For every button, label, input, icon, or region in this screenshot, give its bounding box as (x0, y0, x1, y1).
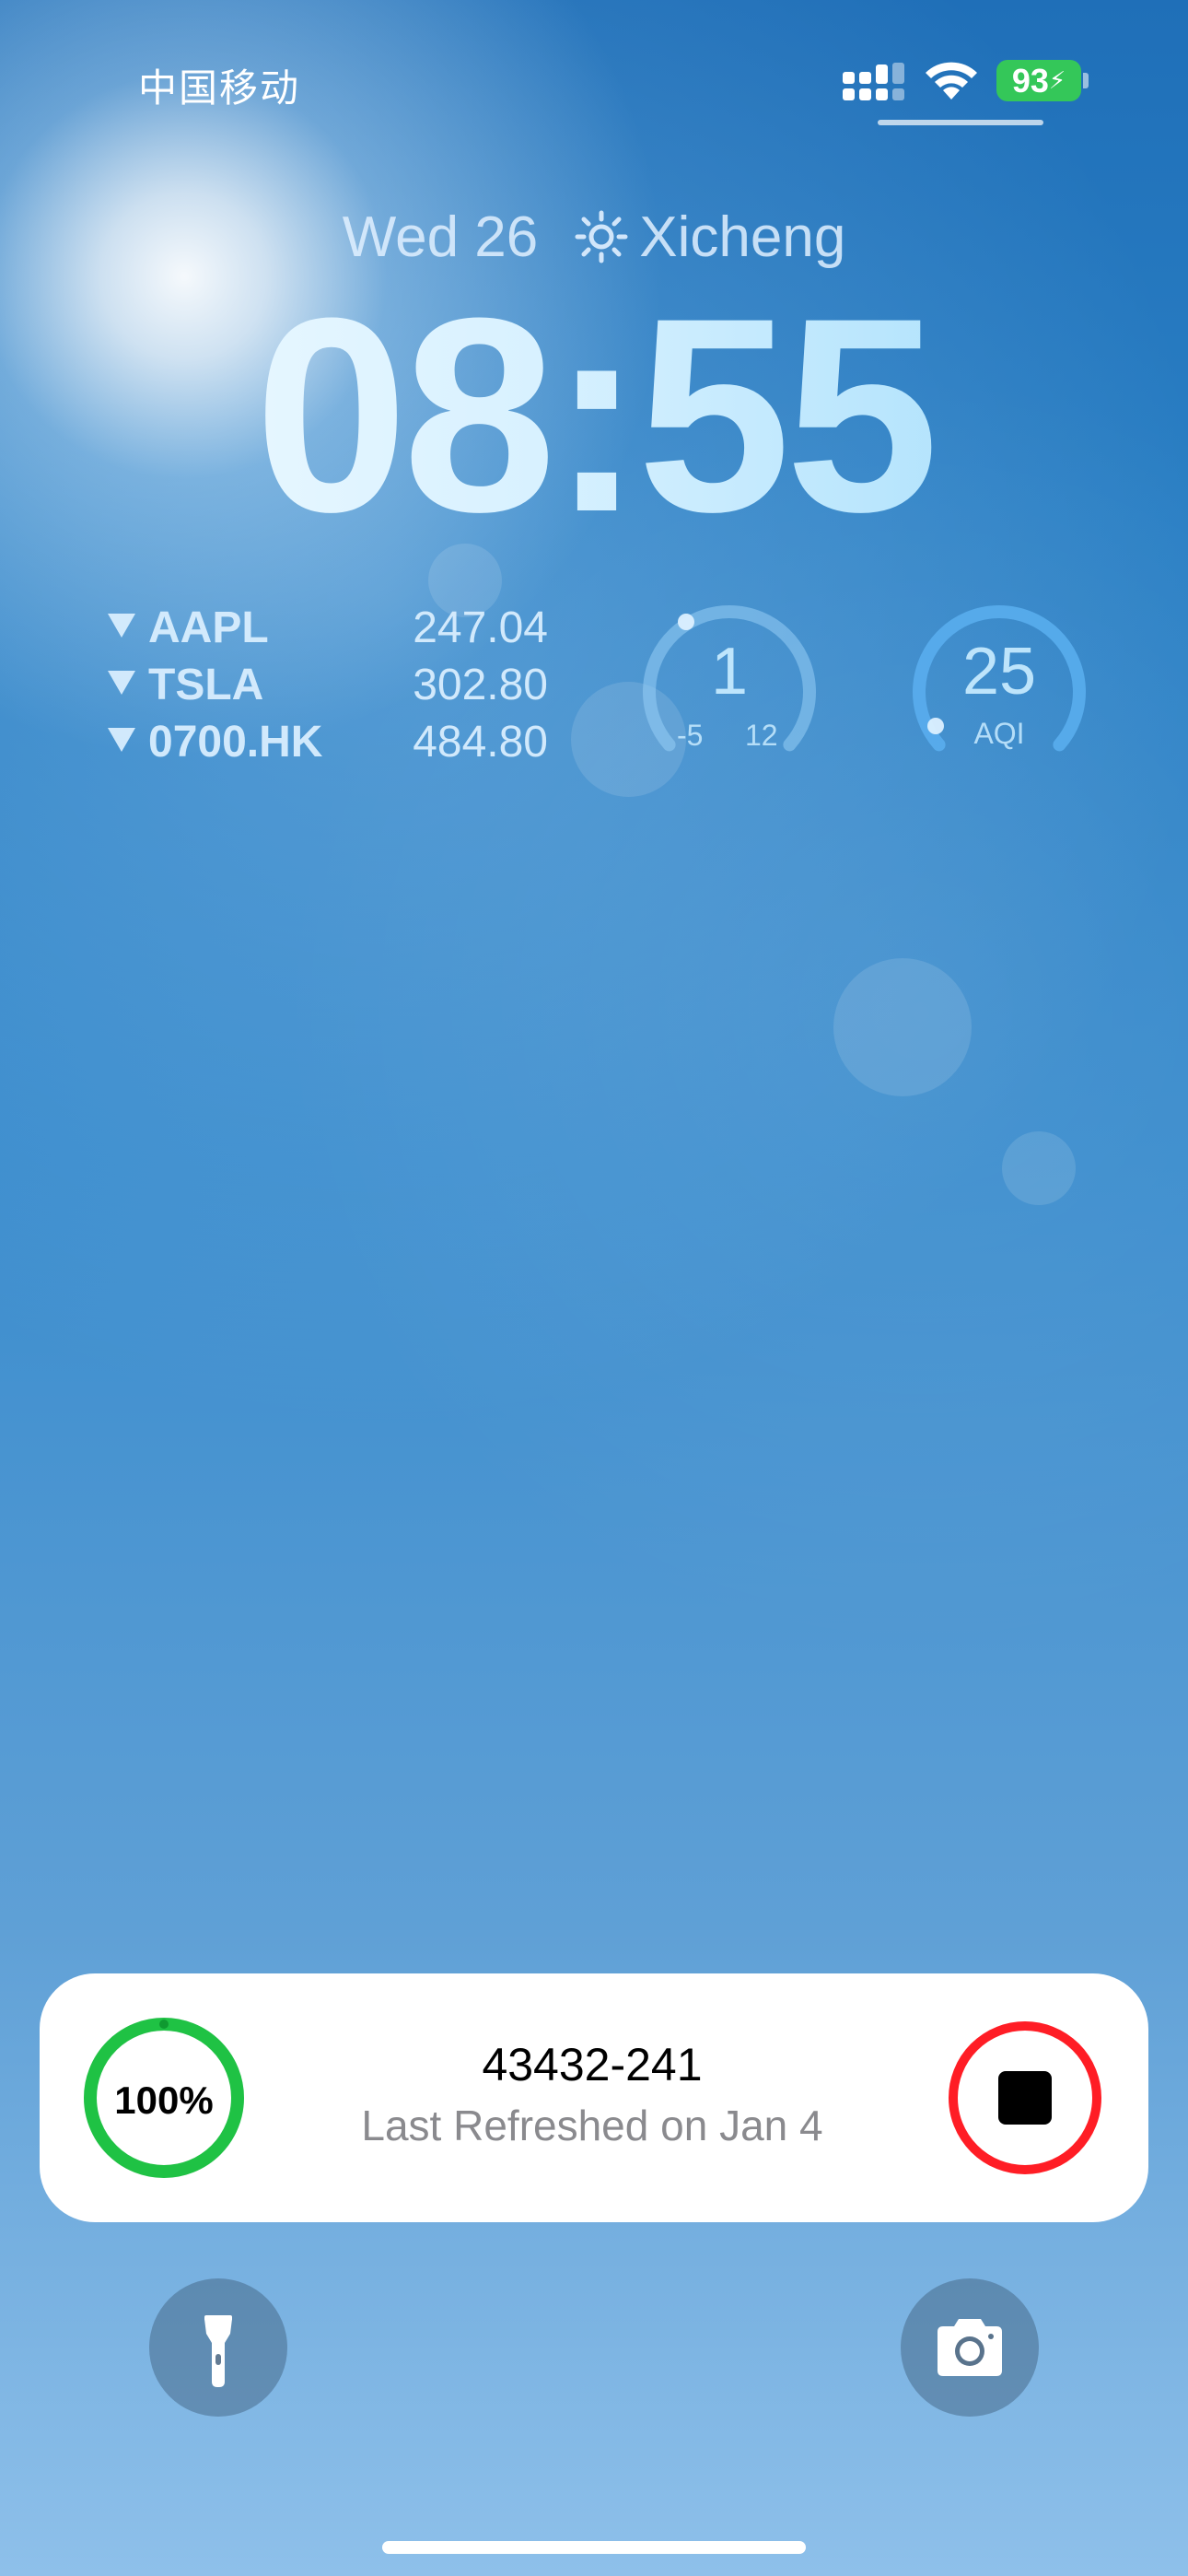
temperature-gauge-widget[interactable]: 1 -5 12 (642, 597, 817, 772)
down-triangle-icon (106, 726, 137, 754)
stock-symbol: TSLA (148, 661, 264, 709)
charging-bolt-icon: ⚡ (1048, 66, 1066, 94)
lens-flare-orb (833, 958, 972, 1096)
sun-icon (575, 210, 628, 263)
stock-row: TSLA 302.80 (106, 656, 548, 713)
activity-subtitle: Last Refreshed on Jan 4 (361, 2102, 823, 2149)
aqi-label: AQI (973, 717, 1025, 750)
down-triangle-icon (106, 612, 137, 639)
lock-screen-clock[interactable]: 08:55 (0, 276, 1188, 553)
carrier-name: 中国移动 (138, 66, 301, 110)
stock-row: 0700.HK 484.80 (106, 713, 548, 770)
camera-icon (938, 2319, 1002, 2376)
stock-symbol: AAPL (148, 603, 269, 652)
flashlight-icon (204, 2315, 232, 2387)
stop-icon (998, 2071, 1052, 2125)
wifi-icon (923, 57, 980, 101)
temperature-value: 1 (710, 635, 749, 708)
temperature-low: -5 (677, 719, 704, 752)
stock-symbol: 0700.HK (148, 718, 323, 767)
stocks-widget[interactable]: AAPL 247.04 TSLA 302.80 0700.HK 484.80 (106, 599, 548, 770)
activity-title: 43432-241 (482, 2039, 703, 2090)
stop-button[interactable] (949, 2021, 1101, 2174)
flashlight-button[interactable] (149, 2278, 287, 2417)
home-indicator[interactable] (382, 2541, 806, 2554)
stock-price: 484.80 (413, 718, 548, 767)
status-bar: 中国移动 93⚡ (0, 0, 1188, 129)
cellular-signal-icon (843, 63, 907, 101)
aqi-value: 25 (961, 635, 1037, 708)
battery-cap (1083, 73, 1089, 88)
stock-price: 302.80 (413, 661, 548, 709)
battery-icon: 93⚡ (996, 60, 1081, 101)
battery-percent: 93 (1011, 62, 1049, 100)
down-triangle-icon (106, 669, 137, 697)
temperature-high: 12 (745, 719, 778, 752)
progress-percent: 100% (114, 2078, 214, 2122)
lens-flare-orb (1002, 1131, 1076, 1205)
stock-price: 247.04 (413, 603, 548, 652)
stock-row: AAPL 247.04 (106, 599, 548, 656)
camera-button[interactable] (901, 2278, 1039, 2417)
aqi-gauge-widget[interactable]: 25 AQI (912, 597, 1087, 772)
status-indicator-bar (878, 120, 1043, 125)
live-activity-card[interactable]: 100% 43432-241 Last Refreshed on Jan 4 (40, 1973, 1148, 2222)
